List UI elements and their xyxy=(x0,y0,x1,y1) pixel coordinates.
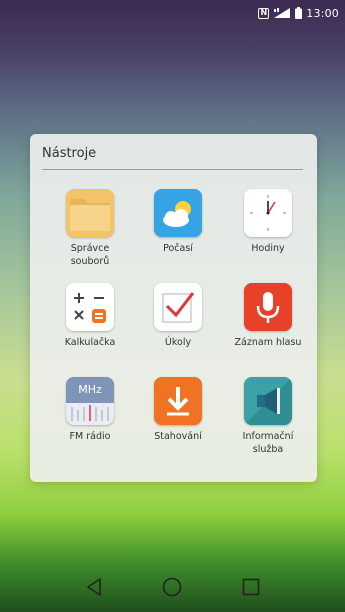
app-label: Hodiny xyxy=(251,243,285,254)
nfc-icon-letter: N xyxy=(260,8,268,17)
app-clock[interactable]: Hodiny xyxy=(223,189,313,255)
app-weather[interactable]: Počasí xyxy=(133,189,223,255)
app-calculator[interactable]: Kalkulačka xyxy=(45,283,135,349)
app-label: FM rádio xyxy=(69,431,111,442)
recents-icon xyxy=(242,578,260,596)
status-bar: N 13:00 xyxy=(0,0,345,26)
battery-icon xyxy=(295,7,303,19)
clock-icon xyxy=(244,189,292,237)
nfc-icon: N xyxy=(258,7,270,19)
folder-popup: Nástroje Správce souborů Počasí Hodiny K… xyxy=(30,134,317,482)
app-tasks[interactable]: Úkoly xyxy=(133,283,223,349)
app-label: Úkoly xyxy=(164,337,192,348)
app-label: Stahování xyxy=(154,431,202,442)
tasks-icon xyxy=(154,283,202,331)
app-voice-recorder[interactable]: Záznam hlasu xyxy=(223,283,313,349)
broadcast-icon xyxy=(244,377,292,425)
app-label: Počasí xyxy=(163,243,193,254)
home-icon xyxy=(163,577,182,597)
back-button[interactable] xyxy=(80,573,108,601)
radio-icon-text: MHz xyxy=(78,383,102,396)
download-icon xyxy=(154,377,202,425)
folder-icon xyxy=(66,189,114,237)
folder-title[interactable]: Nástroje xyxy=(42,146,96,161)
home-button[interactable] xyxy=(158,573,186,601)
calculator-icon xyxy=(66,283,114,331)
status-clock: 13:00 xyxy=(306,6,339,20)
app-file-manager[interactable]: Správce souborů xyxy=(45,189,135,268)
radio-icon: MHz xyxy=(66,377,114,425)
signal-icon xyxy=(273,7,291,19)
back-icon xyxy=(87,578,101,596)
recents-button[interactable] xyxy=(237,573,265,601)
folder-title-divider xyxy=(42,169,303,170)
app-downloads[interactable]: Stahování xyxy=(133,377,223,443)
app-info-service[interactable]: Informační služba xyxy=(223,377,313,456)
app-fm-radio[interactable]: MHz FM rádio xyxy=(45,377,135,443)
app-label: Záznam hlasu xyxy=(234,337,302,348)
app-label: Správce souborů xyxy=(70,243,110,267)
app-label: Informační služba xyxy=(242,431,294,455)
app-label: Kalkulačka xyxy=(64,337,116,348)
weather-icon xyxy=(154,189,202,237)
microphone-icon xyxy=(244,283,292,331)
navigation-bar xyxy=(0,562,345,612)
